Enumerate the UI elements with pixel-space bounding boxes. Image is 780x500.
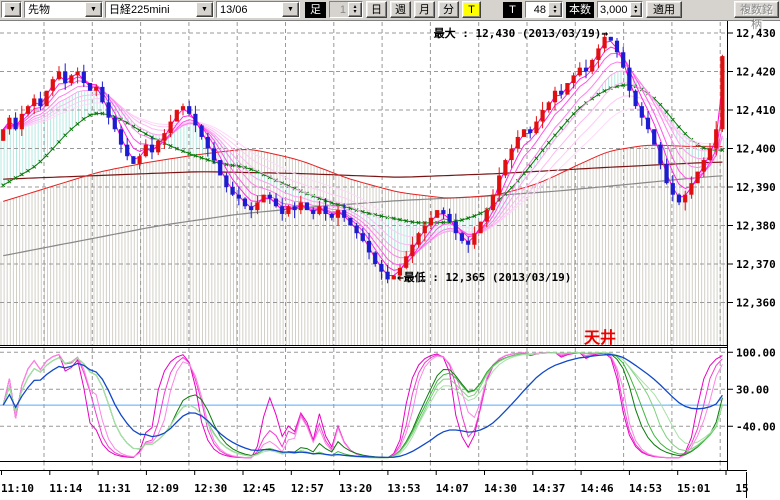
month-bars-button[interactable]: 月 [414,1,435,18]
time-axis-label: 12:57 [291,482,324,495]
chevron-down-icon[interactable]: ▼ [4,2,21,17]
chevron-down-icon[interactable]: ▼ [282,2,299,17]
multi-symbol-button[interactable]: 複数銘柄 [734,1,779,18]
time-axis-label: 14:37 [532,482,565,495]
bar-type-label: 足 [305,2,326,18]
time-axis-label: 11:31 [98,482,131,495]
market-select[interactable]: 先物 ▼ [24,1,103,18]
spinner-arrows-icon[interactable]: ▴▾ [630,2,642,17]
t-value: 48 [526,2,548,17]
interval-stepper[interactable]: 1 ▴▾ [329,1,363,18]
price-axis-label: 12,420 [736,66,776,79]
bar-count-label: 本数 [566,2,594,18]
week-bars-button[interactable]: 週 [390,1,411,18]
time-axis-label: 12:45 [242,482,275,495]
price-axis-label: 12,380 [736,220,776,233]
time-axis-label: 12:30 [194,482,227,495]
time-axis-label: 11:10 [1,482,34,495]
spinner-arrows-icon[interactable]: ▴▾ [348,2,362,17]
time-axis-label: 15 [735,482,748,495]
price-axis-label: 12,390 [736,181,776,194]
vertical-gridlines [44,22,720,470]
price-axis-label: 12,370 [736,258,776,271]
ceiling-annotation: 天井 [584,328,616,347]
bar-count-stepper[interactable]: 3,000 ▴▾ [597,1,643,18]
min-price-annotation: ←最低 : 12,365 (2013/03/19) [397,270,571,284]
time-axis-label: 13:20 [339,482,372,495]
price-chart[interactable]: 12,430 12,420 12,410 12,400 12,390 12,380 12,3… [0,20,780,500]
time-axis-ticks [2,471,727,476]
bar-count-value: 3,000 [598,2,630,17]
chevron-down-icon[interactable]: ▼ [196,2,213,17]
t-label: T [503,2,522,18]
market-select-value: 先物 [25,2,85,17]
time-axis-label: 13:53 [387,482,420,495]
tick-bars-button[interactable]: T [462,1,481,18]
contract-month-value: 13/06 [217,2,282,17]
day-bars-button[interactable]: 日 [366,1,387,18]
time-axis-label: 15:01 [677,482,710,495]
time-axis-label: 14:07 [436,482,469,495]
price-axis-label: 12,400 [736,143,776,156]
oscillator-axis-label: 100.00 [736,346,776,359]
price-axis-label: 12,430 [736,27,776,40]
symbol-select[interactable]: 日経225mini ▼ [105,1,214,18]
spinner-arrows-icon[interactable]: ▴▾ [548,2,562,17]
t-value-stepper[interactable]: 48 ▴▾ [525,1,563,18]
time-axis-label: 14:46 [581,482,614,495]
chart-application-window: ▼ 先物 ▼ 日経225mini ▼ 13/06 ▼ 足 1 ▴▾ 日 週 月 … [0,0,780,500]
minute-bars-button[interactable]: 分 [438,1,459,18]
apply-button[interactable]: 適用 [646,1,682,18]
time-axis-label: 14:53 [629,482,662,495]
time-axis-label: 12:09 [146,482,179,495]
time-axis-label: 11:14 [49,482,82,495]
max-price-annotation: 最大 : 12,430 (2013/03/19)→ [434,26,609,40]
chevron-down-icon[interactable]: ▼ [85,2,102,17]
time-axis-label: 14:30 [484,482,517,495]
contract-month-select[interactable]: 13/06 ▼ [216,1,300,18]
toolbar: ▼ 先物 ▼ 日経225mini ▼ 13/06 ▼ 足 1 ▴▾ 日 週 月 … [0,0,780,21]
price-axis-label: 12,410 [736,104,776,117]
interval-value: 1 [330,2,348,17]
symbol-select-value: 日経225mini [106,2,196,17]
leftmost-dropdown[interactable]: ▼ [1,1,22,18]
price-axis-label: 12,360 [736,297,776,310]
oscillator-axis-label: 30.00 [736,383,769,396]
oscillator-axis-label: -40.00 [736,420,776,433]
